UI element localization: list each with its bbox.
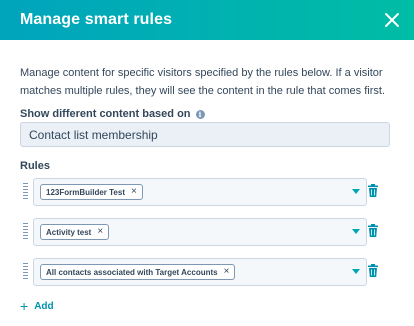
trash-icon[interactable] [368,184,378,197]
rule-tag: All contacts associated with Target Acco… [40,264,236,280]
drag-handle-icon[interactable] [23,223,28,240]
dialog-description: Manage content for specific visitors spe… [20,67,385,97]
drag-handle-icon[interactable] [23,263,28,280]
remove-tag-icon[interactable]: × [97,227,103,237]
chevron-down-icon [352,269,360,274]
info-icon[interactable]: i [195,109,205,119]
trash-icon[interactable] [368,224,378,237]
rule-select[interactable]: Activity test × [33,218,367,246]
rule-row: Activity test × [20,218,390,246]
chevron-down-icon [352,229,360,234]
rule-tag: 123FormBuilder Test × [40,184,143,200]
rule-select[interactable]: 123FormBuilder Test × [33,178,367,206]
content-based-on-label-text: Show different content based on [20,108,191,120]
rule-row: All contacts associated with Target Acco… [20,258,390,286]
drag-handle-icon[interactable] [23,183,28,200]
rule-row: 123FormBuilder Test × [20,178,390,206]
chevron-down-icon [352,189,360,194]
trash-icon[interactable] [368,264,378,277]
dialog-title: Manage smart rules [20,11,173,28]
rule-tag: Activity test × [40,224,110,240]
rule-select[interactable]: All contacts associated with Target Acco… [33,258,367,286]
rule-tag-label: 123FormBuilder Test [46,187,125,197]
content-based-on-select[interactable]: Contact list membership [20,122,390,147]
add-rule-button[interactable]: + Add [20,299,54,313]
close-button[interactable] [383,11,401,29]
remove-tag-icon[interactable]: × [131,187,137,197]
dialog-header: Manage smart rules [0,0,414,40]
rules-label: Rules [20,160,50,172]
content-based-on-label: Show different content based on i [20,108,205,120]
content-based-on-value: Contact list membership [29,127,158,142]
plus-icon: + [20,298,29,314]
add-rule-label: Add [34,300,54,312]
remove-tag-icon[interactable]: × [224,267,230,277]
close-icon [385,13,399,27]
rule-tag-label: Activity test [46,227,92,237]
rule-tag-label: All contacts associated with Target Acco… [46,267,218,277]
